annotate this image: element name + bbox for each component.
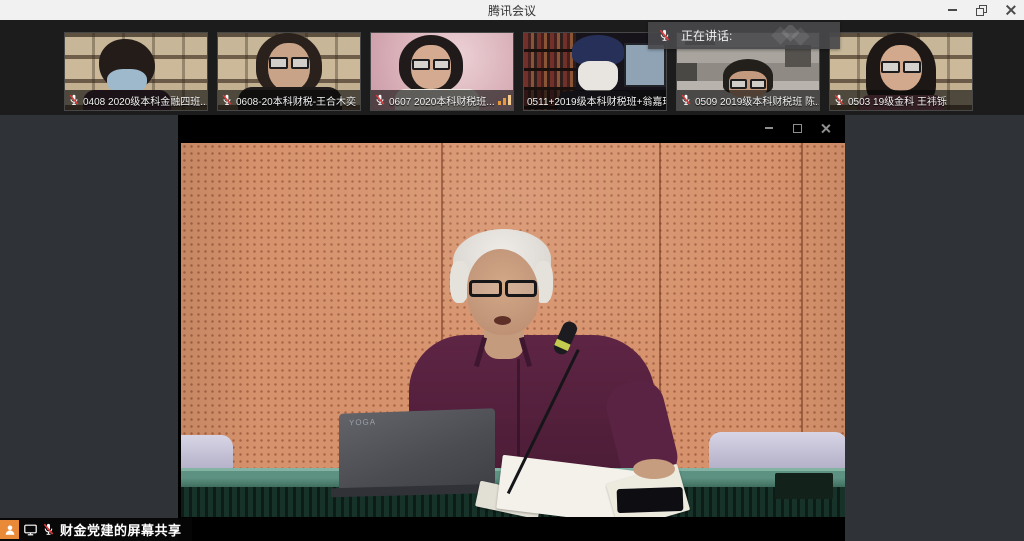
- window-controls: [944, 0, 1018, 20]
- participant-thumbnail[interactable]: 0408 2020级本科金融四班...: [64, 32, 208, 111]
- lens: [881, 61, 900, 73]
- lens: [750, 79, 767, 89]
- presenter-avatar: [0, 520, 19, 539]
- tencent-meeting-window: 腾讯会议 0408 2020级本科金融四班...: [0, 0, 1024, 541]
- lens: [433, 59, 451, 70]
- laptop: YOGA: [339, 408, 495, 491]
- monitor-screen: [624, 43, 666, 87]
- lens: [505, 280, 538, 297]
- speaker-video: YOGA: [181, 143, 845, 517]
- screen-share-icon: [24, 524, 37, 536]
- lens: [903, 61, 922, 73]
- wall-seam: [801, 143, 803, 473]
- lens: [469, 280, 502, 297]
- close-icon: [1005, 5, 1015, 15]
- restore-button[interactable]: [973, 2, 989, 18]
- speaking-label: 正在讲话:: [681, 27, 732, 44]
- muted-mic-icon: [68, 94, 80, 106]
- muted-mic-icon: [658, 29, 671, 42]
- muted-mic-icon: [42, 523, 55, 536]
- glasses: [730, 79, 766, 89]
- participant-name: 0503 19级金科 王祎铄: [848, 93, 947, 108]
- video-window-controls: [763, 122, 831, 134]
- lens: [412, 59, 430, 70]
- name-bar: 0511+2019级本科财税班+翁嘉玲: [524, 90, 666, 110]
- participant-name: 0607 2020本科财税班...: [389, 93, 495, 108]
- laptop-brand-label: YOGA: [349, 417, 376, 427]
- participant-name: 0608-20本科财税-王合木奕: [236, 93, 356, 108]
- close-icon: [821, 124, 830, 133]
- titlebar: 腾讯会议: [0, 0, 1024, 20]
- video-minimize-button[interactable]: [763, 122, 775, 134]
- glasses: [412, 59, 450, 70]
- name-bar: 0509 2019级本科财税班 陈...: [677, 90, 819, 110]
- participant-thumbnail[interactable]: 0511+2019级本科财税班+翁嘉玲: [523, 32, 667, 111]
- video-close-button[interactable]: [819, 122, 831, 134]
- participant-name: 0408 2020级本科金融四班...: [83, 93, 207, 108]
- name-bar: 0608-20本科财税-王合木奕: [218, 90, 360, 110]
- video-maximize-button[interactable]: [791, 122, 803, 134]
- minimize-icon: [765, 127, 773, 129]
- table-device: [775, 473, 833, 499]
- watermark-logo: [770, 25, 814, 46]
- lens: [269, 57, 288, 69]
- network-signal-icon: [498, 95, 513, 105]
- muted-mic-icon: [680, 94, 692, 106]
- participant-name: 0511+2019级本科财税班+翁嘉玲: [527, 93, 666, 108]
- speaker-hand: [633, 459, 675, 479]
- lens: [730, 79, 747, 89]
- lens: [291, 57, 310, 69]
- main-area: YOGA: [0, 115, 1024, 541]
- participant-name: 0509 2019级本科财税班 陈...: [695, 93, 819, 108]
- face-mask: [578, 61, 618, 93]
- shared-screen-window[interactable]: YOGA: [178, 115, 845, 541]
- participant-thumbnail[interactable]: 0607 2020本科财税班...: [370, 32, 514, 111]
- maximize-icon: [793, 124, 802, 133]
- minimize-button[interactable]: [944, 2, 960, 18]
- name-bar: 0408 2020级本科金融四班...: [65, 90, 207, 110]
- muted-mic-icon: [833, 94, 845, 106]
- participant-strip: 0408 2020级本科金融四班... 0608-20本科财税-王合木奕: [0, 20, 1024, 115]
- restore-icon: [976, 5, 987, 16]
- glasses: [881, 61, 921, 73]
- share-source-label: 财金党建的屏幕共享: [60, 520, 182, 539]
- participant-thumbnail[interactable]: 0608-20本科财税-王合木奕: [217, 32, 361, 111]
- speaking-banner: 正在讲话:: [648, 22, 840, 49]
- speaker-glasses: [469, 280, 537, 297]
- screen-share-indicator: 财金党建的屏幕共享: [0, 518, 192, 541]
- close-button[interactable]: [1002, 2, 1018, 18]
- muted-mic-icon: [221, 94, 233, 106]
- window-title: 腾讯会议: [488, 2, 536, 19]
- glasses: [269, 57, 309, 69]
- name-bar: 0607 2020本科财税班...: [371, 90, 513, 110]
- microphone-windscreen-ring: [554, 339, 571, 351]
- speaker-mouth: [494, 316, 511, 325]
- office-furniture: [677, 63, 697, 81]
- minimize-icon: [948, 9, 957, 11]
- participant-thumbnail[interactable]: 0503 19级金科 王祎铄: [829, 32, 973, 111]
- name-bar: 0503 19级金科 王祎铄: [830, 90, 972, 110]
- muted-mic-icon: [374, 94, 386, 106]
- microphone-base: [617, 487, 684, 513]
